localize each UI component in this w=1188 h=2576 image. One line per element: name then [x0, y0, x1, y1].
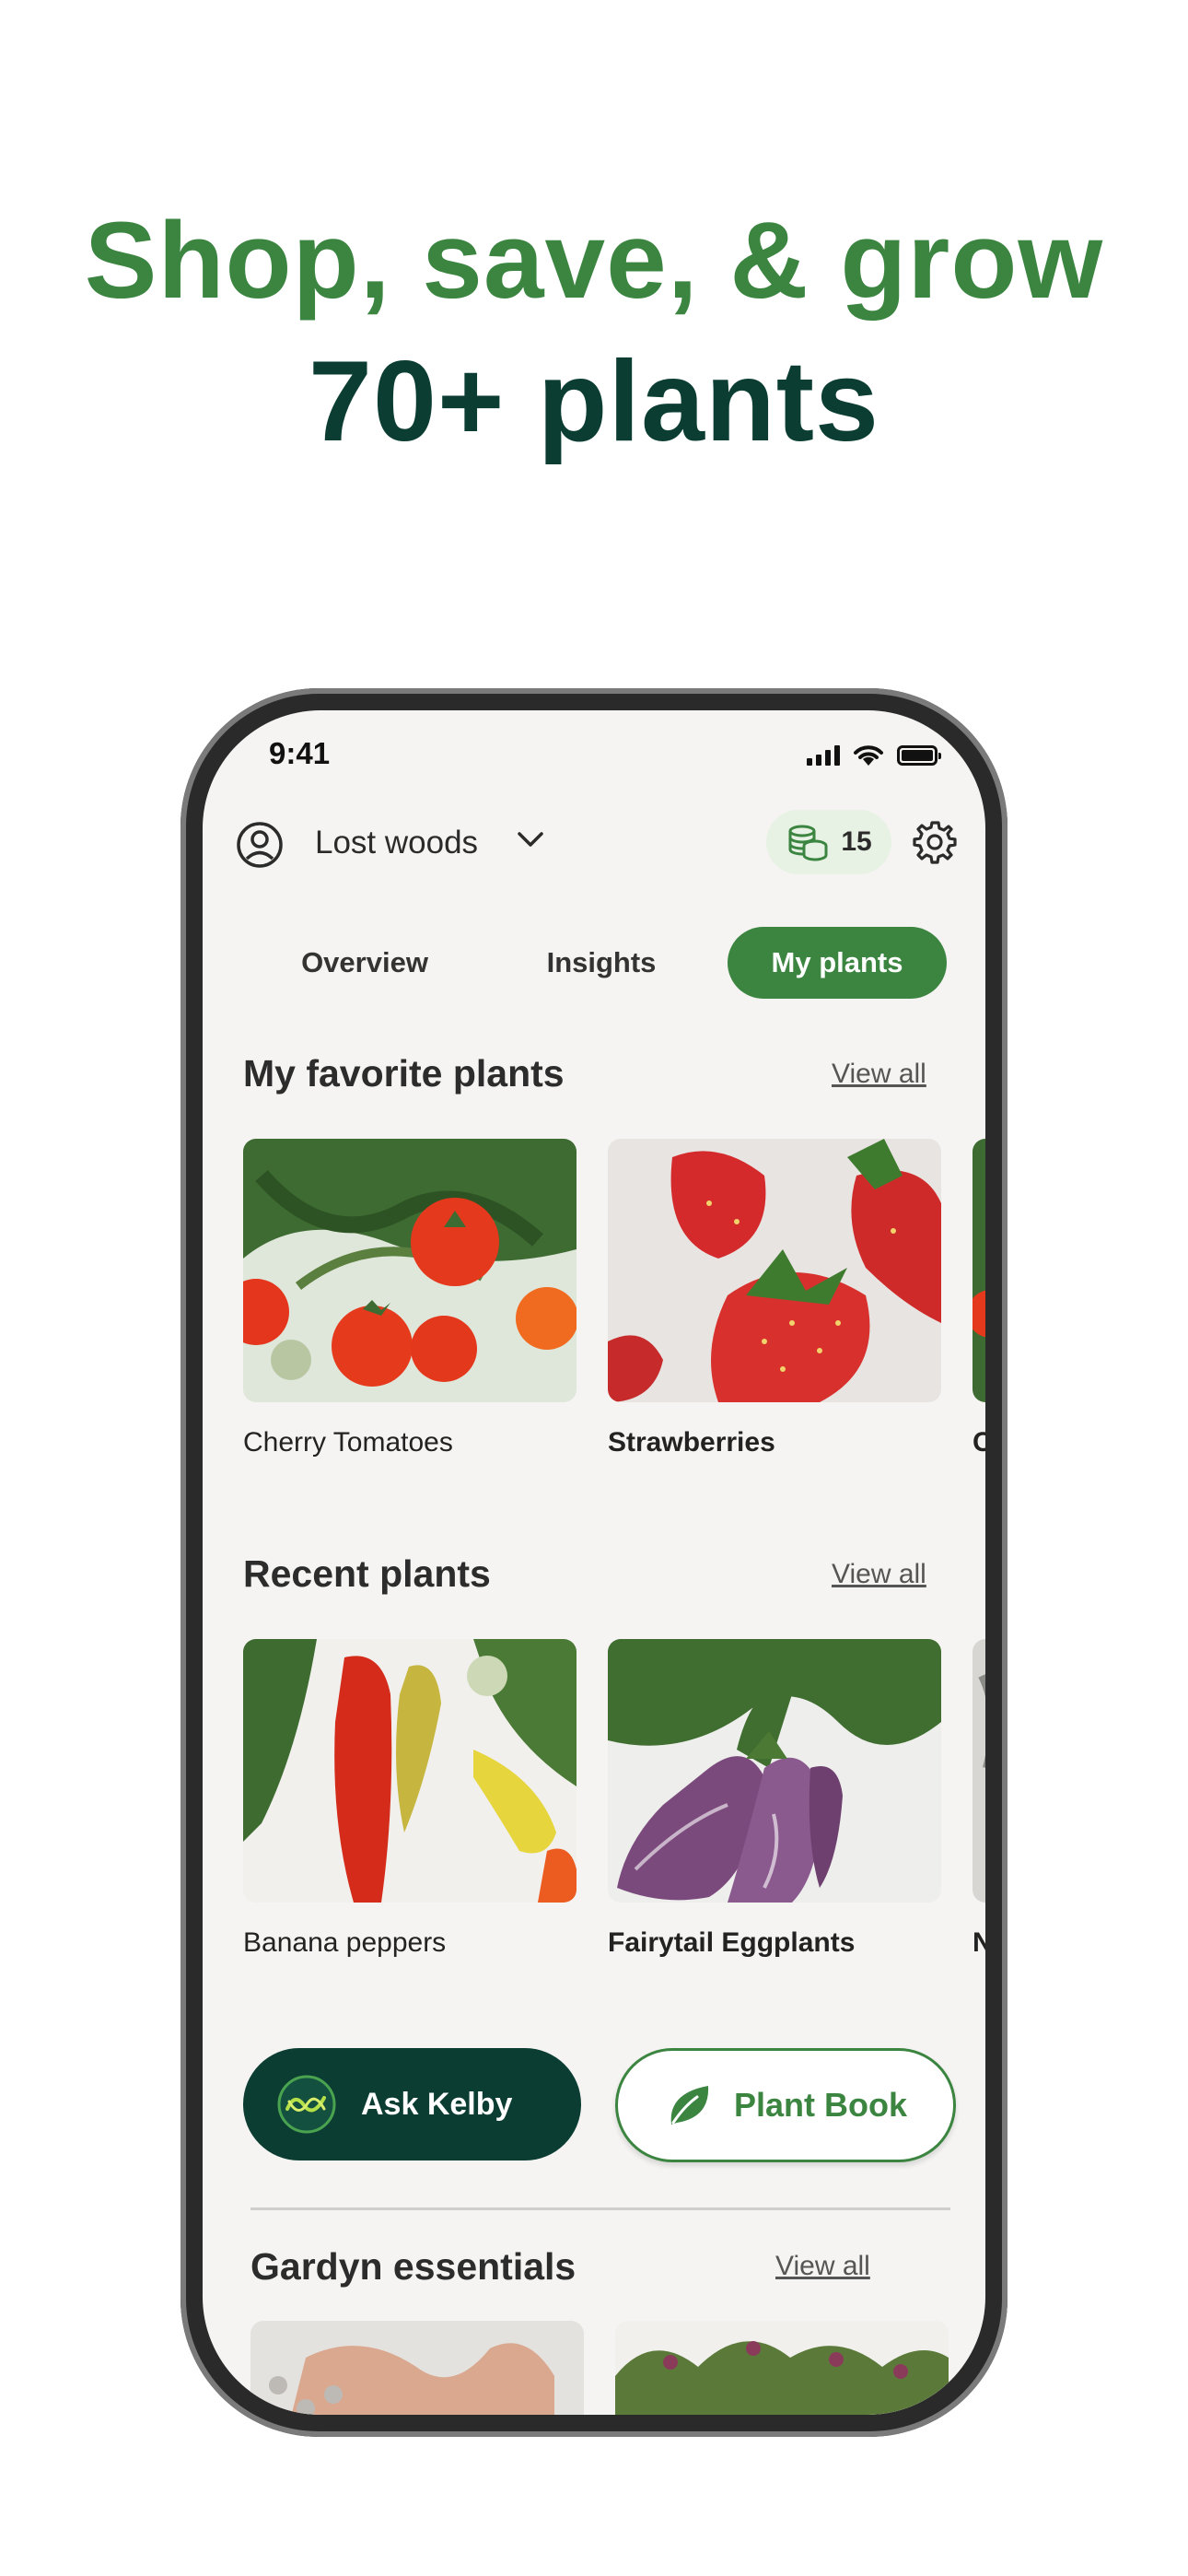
battery-icon	[897, 745, 941, 766]
app-screen: 9:41 Lost woods 15 Overview Insights My …	[203, 710, 985, 2415]
favorite-item-label-1[interactable]: Cherry Tomatoes	[243, 1427, 453, 1458]
coin-balance-badge[interactable]: 15	[766, 810, 891, 874]
favorites-view-all-link[interactable]: View all	[832, 1059, 926, 1090]
chevron-down-icon[interactable]	[516, 828, 545, 850]
headline-line-1: Shop, save, & grow	[84, 200, 1104, 322]
essentials-item-image-1[interactable]	[250, 2321, 584, 2415]
essentials-section-title: Gardyn essentials	[250, 2245, 577, 2288]
favorite-item-label-2[interactable]: Strawberries	[608, 1427, 775, 1458]
next-favorite-image-partial[interactable]	[973, 1139, 985, 1402]
plant-book-label: Plant Book	[734, 2086, 908, 2124]
gear-icon[interactable]	[912, 819, 958, 865]
ask-kelby-label: Ask Kelby	[361, 2086, 513, 2122]
recent-item-label-2[interactable]: Fairytail Eggplants	[608, 1927, 855, 1959]
leaf-icon	[670, 2086, 709, 2125]
cherry-tomatoes-image[interactable]	[243, 1139, 577, 1402]
tab-my-plants[interactable]: My plants	[728, 927, 947, 999]
tab-insights[interactable]: Insights	[495, 927, 708, 999]
status-icons	[807, 744, 941, 767]
coin-count: 15	[841, 826, 872, 857]
banana-peppers-image[interactable]	[243, 1639, 577, 1903]
section-divider	[250, 2207, 950, 2210]
recent-item-label-1[interactable]: Banana peppers	[243, 1927, 446, 1959]
recent-view-all-link[interactable]: View all	[832, 1559, 926, 1590]
signal-icon	[807, 745, 840, 766]
user-avatar-icon[interactable]	[236, 821, 284, 869]
headline-line-2: 70+ plants	[309, 338, 879, 465]
recent-item-label-3[interactable]: N	[973, 1927, 985, 1959]
essentials-view-all-link[interactable]: View all	[775, 2251, 870, 2282]
plant-book-button[interactable]: Plant Book	[615, 2048, 956, 2162]
tab-overview[interactable]: Overview	[258, 927, 472, 999]
kelby-logo-icon	[277, 2075, 336, 2134]
next-recent-image-partial[interactable]	[973, 1639, 985, 1903]
essentials-item-image-2[interactable]	[615, 2321, 949, 2415]
strawberries-image[interactable]	[608, 1139, 941, 1402]
garden-selector-label[interactable]: Lost woods	[315, 825, 478, 861]
favorites-section-title: My favorite plants	[243, 1052, 565, 1095]
status-time: 9:41	[269, 736, 331, 770]
wifi-icon	[854, 745, 883, 766]
coins-icon	[788, 825, 828, 861]
favorite-item-label-3[interactable]: C	[973, 1427, 985, 1458]
fairytail-eggplants-image[interactable]	[608, 1639, 941, 1903]
ask-kelby-button[interactable]: Ask Kelby	[243, 2048, 581, 2160]
recent-section-title: Recent plants	[243, 1552, 491, 1595]
